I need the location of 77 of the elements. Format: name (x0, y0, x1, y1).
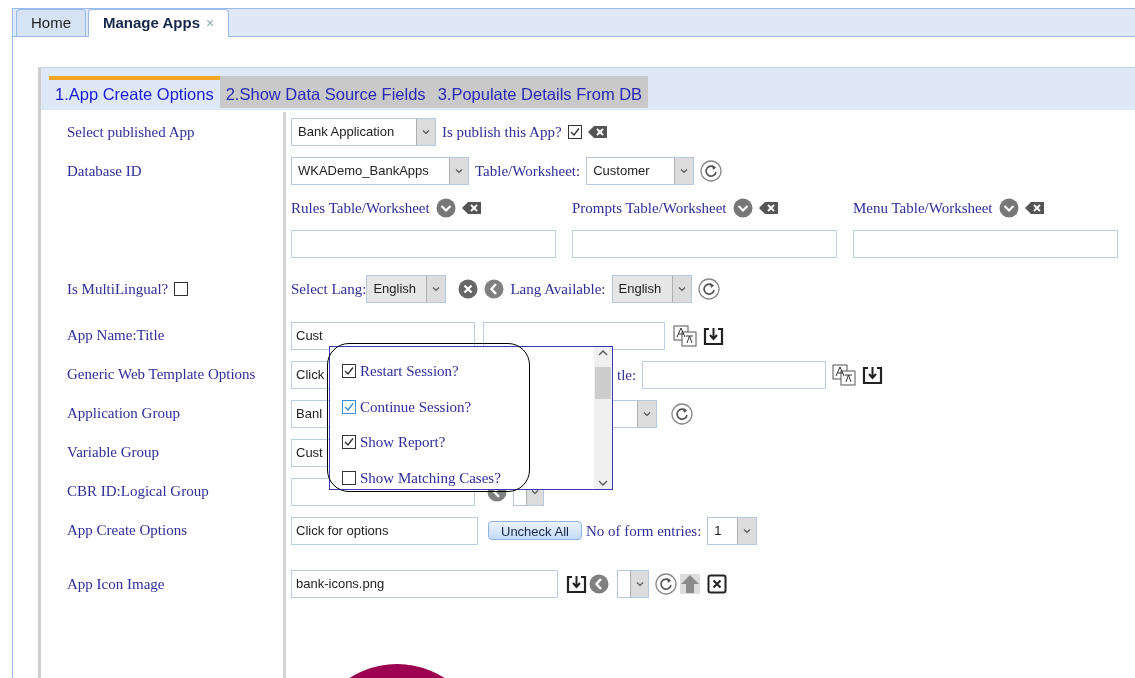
refresh-icon[interactable] (697, 278, 720, 300)
translate-icon[interactable] (673, 324, 697, 347)
title-input[interactable] (642, 360, 827, 389)
field-label: Prompts Table/Worksheet (572, 198, 727, 218)
field-label: Select Lang: (291, 279, 367, 299)
caret-icon (679, 166, 690, 176)
app-name-input[interactable]: Cust (291, 321, 475, 350)
caret-icon (431, 284, 442, 294)
refresh-icon[interactable] (671, 402, 693, 425)
field-label: App Name:Title (67, 326, 165, 346)
options-input[interactable]: Click for options (291, 516, 478, 545)
checkbox[interactable] (342, 364, 356, 379)
field-label: Is publish this App? (442, 122, 562, 142)
wizard-step-tab[interactable]: 3.Populate Details From DB (431, 76, 649, 108)
worksheet-input[interactable] (572, 230, 837, 258)
dropdown-circle-icon[interactable] (732, 198, 753, 218)
checkbox[interactable] (342, 470, 356, 485)
option-label[interactable]: Show Report? (360, 431, 446, 454)
field-label: Application Group (67, 404, 180, 424)
field-label: CBR ID:Logical Group (67, 482, 209, 502)
field-label: No of form entries: (585, 522, 702, 539)
app-select[interactable]: Bank Application (291, 118, 436, 146)
scrollbar-thumb[interactable] (595, 367, 611, 399)
dropdown-circle-icon[interactable] (435, 198, 456, 218)
field-label: App Create Options (67, 521, 187, 541)
field-label: Database ID (67, 161, 142, 181)
checkbox[interactable] (567, 125, 582, 139)
field-label: Table/Worksheet: (475, 161, 581, 181)
upload-arrow-icon[interactable] (679, 573, 701, 595)
option-label[interactable]: Continue Session? (360, 395, 472, 418)
language-select[interactable]: English (366, 275, 447, 303)
translate-icon[interactable] (832, 363, 857, 386)
scroll-down-icon[interactable] (598, 479, 608, 487)
field-label: tle: (617, 366, 637, 383)
worksheet-input[interactable] (291, 230, 556, 258)
option-label[interactable]: Restart Session? (360, 360, 459, 383)
icon-image-input[interactable]: bank-icons.png (291, 570, 558, 598)
available-language-select[interactable]: English (611, 275, 692, 303)
table-select[interactable]: Customer (586, 157, 695, 185)
field-label: Generic Web Template Options (67, 365, 256, 385)
scrollbar[interactable] (594, 347, 612, 489)
caret-icon (454, 166, 464, 176)
checkbox[interactable] (342, 399, 356, 414)
refresh-icon[interactable] (700, 160, 723, 182)
download-icon[interactable] (703, 325, 724, 346)
caret-icon (676, 284, 687, 294)
clear-icon[interactable] (1024, 201, 1045, 215)
tab[interactable]: Home (16, 9, 86, 36)
clear-icon[interactable] (758, 201, 779, 215)
field-label: Is MultiLingual? (67, 279, 169, 299)
database-select[interactable]: WKADemo_BankApps (291, 157, 469, 185)
clear-icon[interactable] (461, 201, 482, 215)
field-label: Select published App (67, 122, 195, 142)
field-label: Menu Table/Worksheet (853, 198, 993, 218)
refresh-icon[interactable] (655, 573, 677, 595)
dropdown-circle-icon[interactable] (998, 198, 1019, 218)
app-title-input[interactable] (483, 321, 665, 350)
caret-icon (634, 579, 645, 589)
scroll-up-icon[interactable] (598, 349, 608, 357)
uncheck-all-button[interactable]: Uncheck All (488, 521, 582, 540)
clear-icon[interactable] (587, 125, 608, 139)
checkbox[interactable] (174, 282, 189, 296)
field-label: Lang Available: (510, 279, 606, 299)
option-label[interactable]: Show Matching Cases? (360, 466, 501, 489)
remove-circle-icon[interactable] (458, 279, 479, 299)
wizard-step-tab[interactable]: 2.Show Data Source Fields (219, 76, 432, 108)
tab[interactable]: Manage Apps × (88, 9, 230, 37)
field-label: App Icon Image (67, 574, 165, 594)
download-icon[interactable] (862, 364, 884, 385)
field-label: Variable Group (67, 443, 160, 463)
worksheet-input[interactable] (853, 230, 1118, 258)
form-entries-select[interactable]: 1 (707, 516, 758, 545)
download-icon[interactable] (566, 574, 587, 594)
checkbox[interactable] (342, 435, 356, 450)
field-label: Rules Table/Worksheet (291, 198, 430, 218)
close-icon[interactable] (707, 574, 727, 594)
caret-icon (421, 127, 431, 137)
